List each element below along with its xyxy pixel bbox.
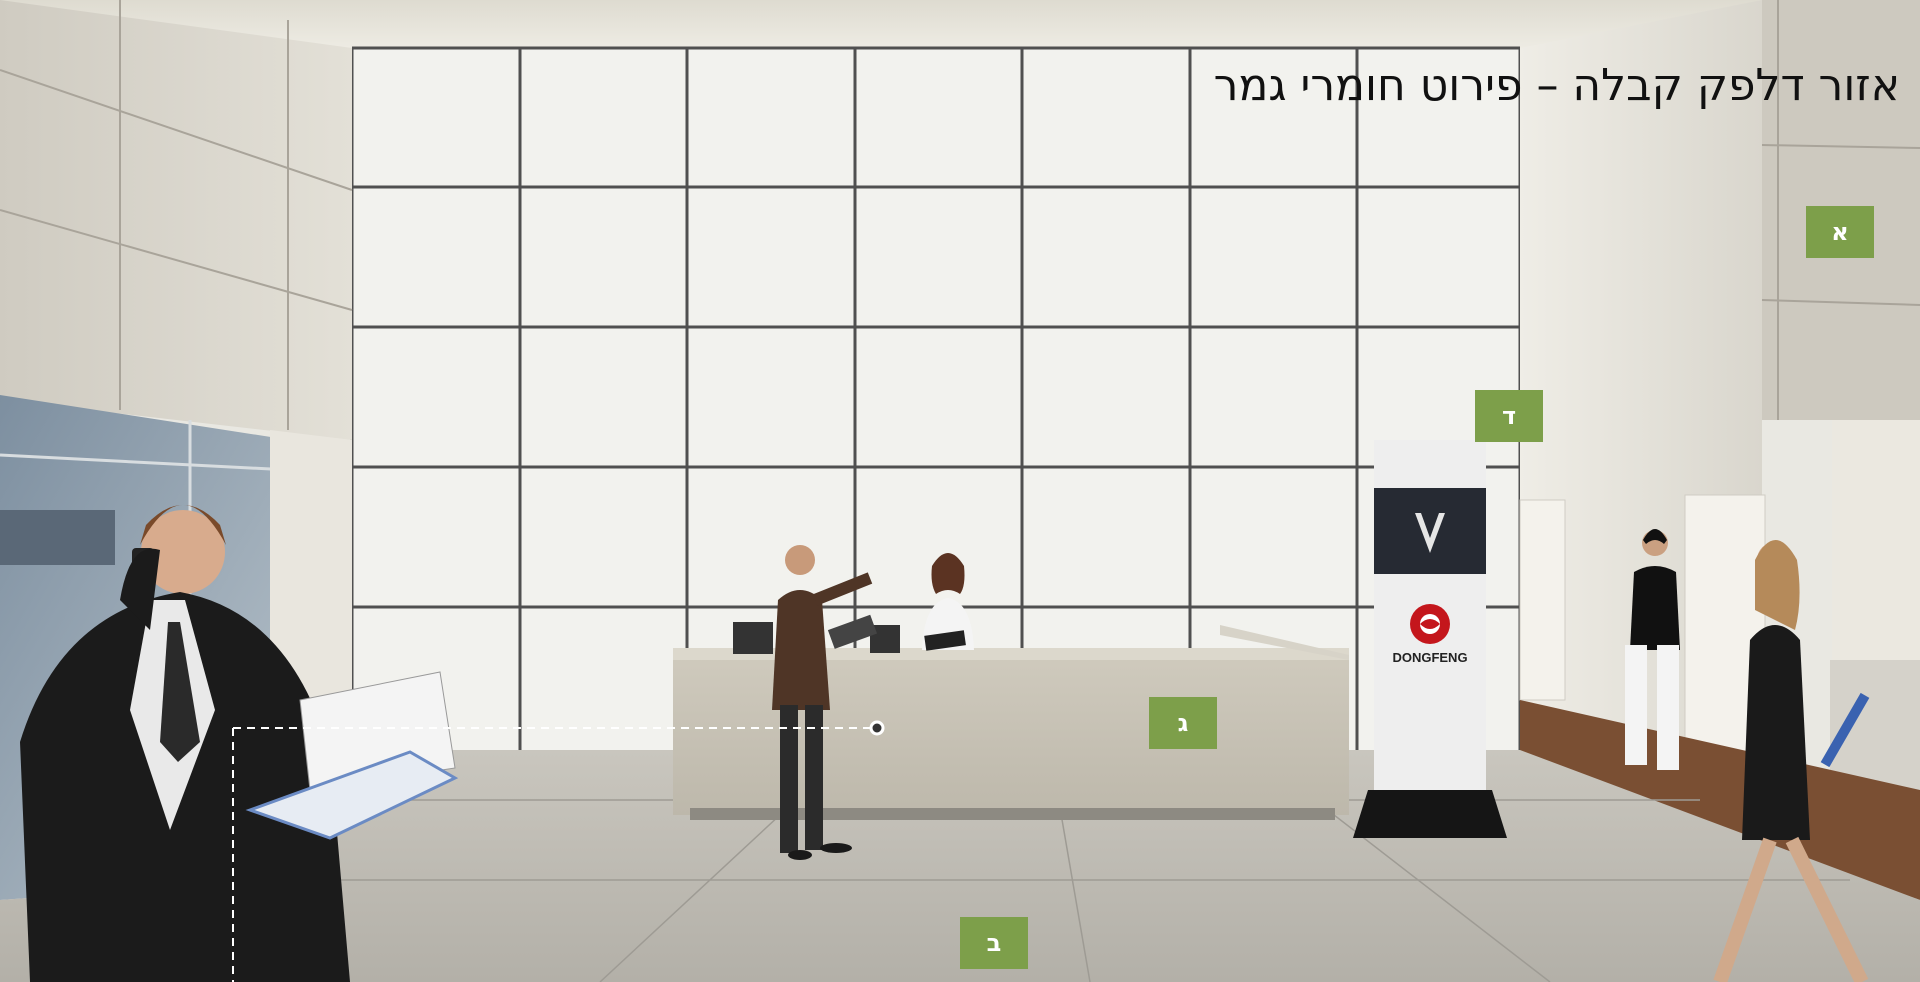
dongfeng-totem [1353, 440, 1507, 838]
lobby-scene: DONGFENG [0, 0, 1920, 982]
page-title: אזור דלפק קבלה – פירוט חומרי גמר [1213, 60, 1900, 111]
totem-brand-text: DONGFENG [1392, 650, 1467, 665]
marker-d[interactable]: ד [1475, 390, 1543, 442]
left-wall [0, 0, 352, 440]
marker-a[interactable]: א [1806, 206, 1874, 258]
monitor [733, 622, 773, 654]
marker-b[interactable]: ב [960, 917, 1028, 969]
desk-top [673, 648, 1349, 660]
glass-panel [0, 510, 115, 565]
marker-g[interactable]: ג [1149, 697, 1217, 749]
side-door [1519, 499, 1566, 701]
